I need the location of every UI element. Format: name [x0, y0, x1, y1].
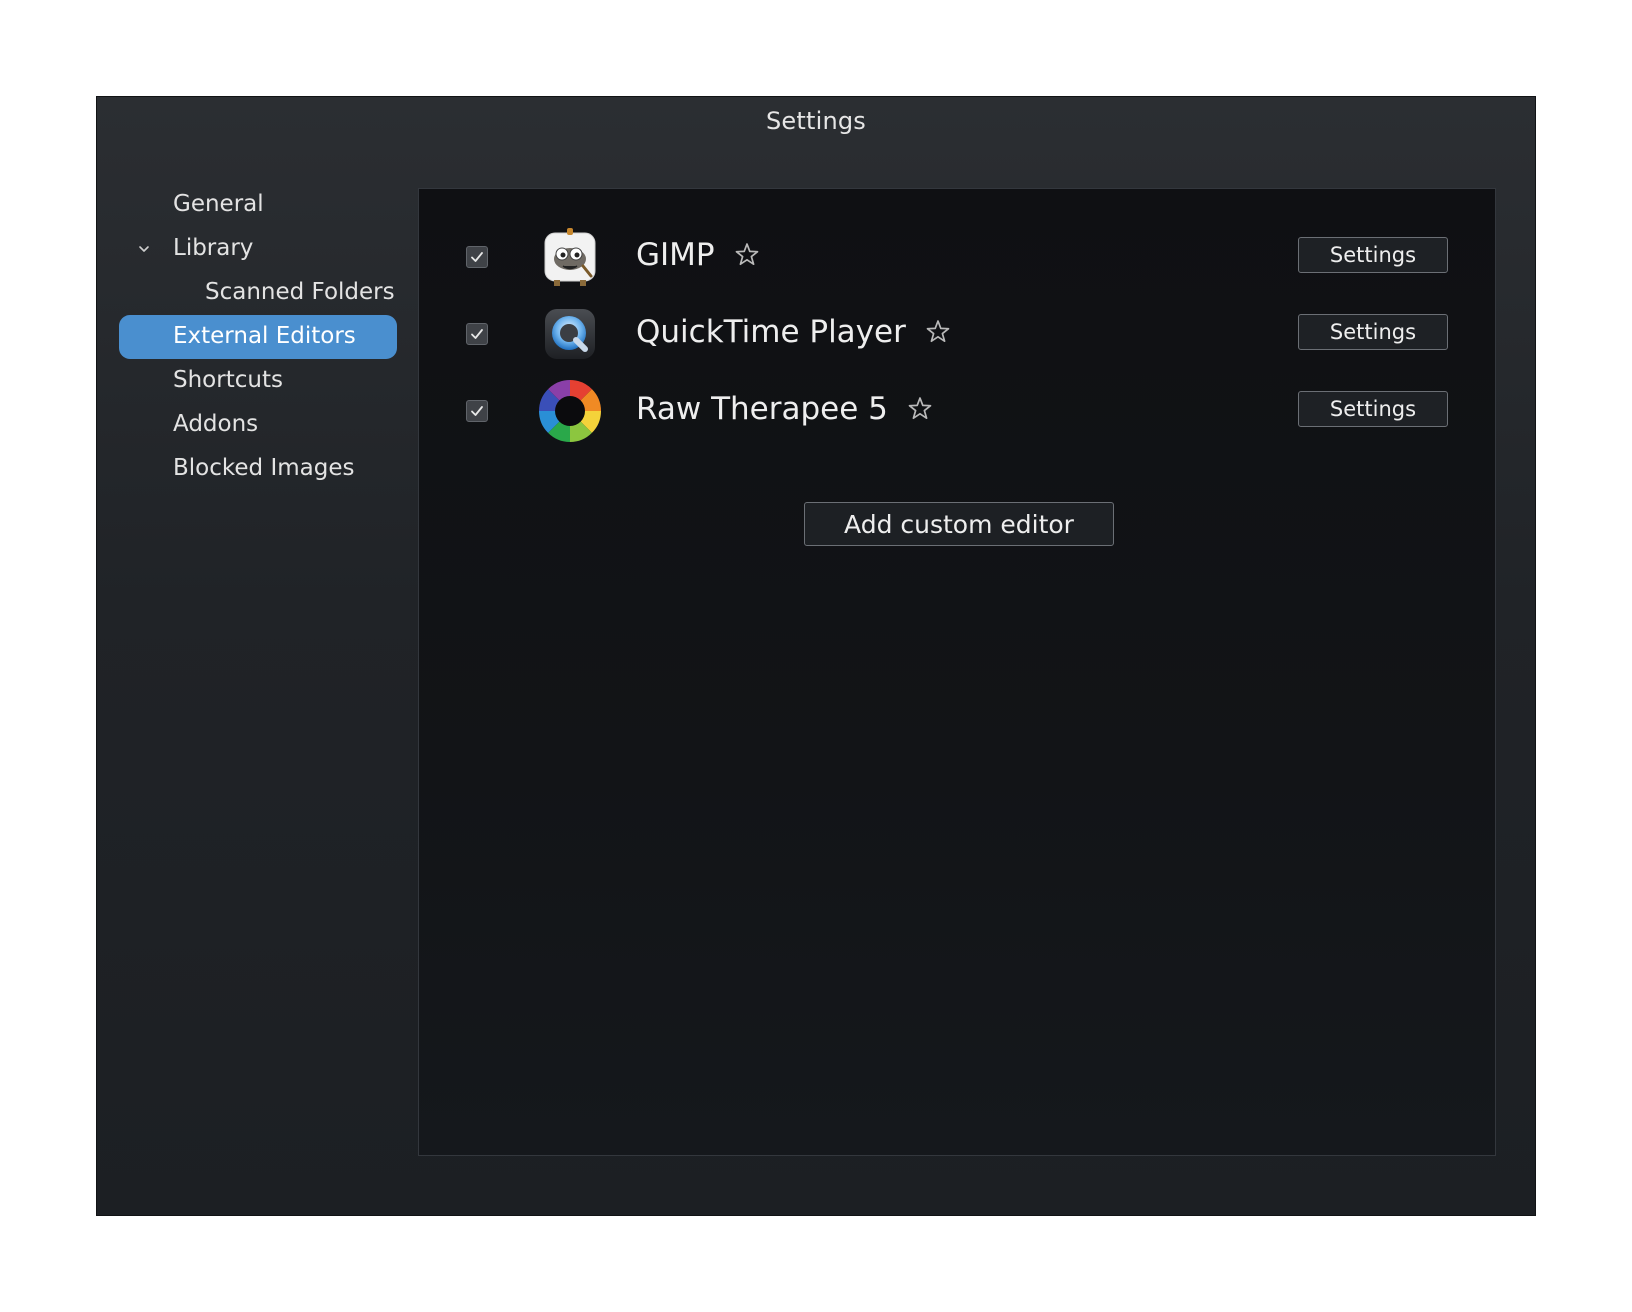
- sidebar: General Library Scanned Folders External…: [119, 183, 397, 491]
- enable-quicktime-checkbox[interactable]: [466, 323, 488, 345]
- sidebar-item-external-editors[interactable]: External Editors: [119, 315, 397, 359]
- sidebar-item-addons[interactable]: Addons: [119, 403, 397, 447]
- rawtherapee-icon: [539, 380, 601, 442]
- editor-name: Raw Therapee 5: [636, 389, 888, 429]
- settings-window: Settings General Library Scanned Folders…: [96, 96, 1536, 1216]
- sidebar-item-shortcuts[interactable]: Shortcuts: [119, 359, 397, 403]
- chevron-down-icon[interactable]: [137, 242, 151, 256]
- external-editors-panel: GIMP Settings: [418, 188, 1496, 1156]
- checkmark-icon: [469, 403, 485, 419]
- editor-name-container: Raw Therapee 5: [636, 389, 934, 429]
- gimp-settings-button[interactable]: Settings: [1298, 237, 1448, 273]
- sidebar-item-label: Library: [173, 227, 253, 269]
- star-icon[interactable]: [906, 395, 934, 423]
- sidebar-item-blocked-images[interactable]: Blocked Images: [119, 447, 397, 491]
- sidebar-item-label: Scanned Folders: [205, 271, 395, 313]
- editor-name: QuickTime Player: [636, 312, 906, 352]
- editor-row-quicktime: QuickTime Player Settings: [419, 300, 1495, 370]
- sidebar-item-general[interactable]: General: [119, 183, 397, 227]
- quicktime-settings-button[interactable]: Settings: [1298, 314, 1448, 350]
- quicktime-icon: [539, 303, 601, 365]
- sidebar-item-label: Shortcuts: [173, 359, 283, 401]
- editor-name-container: GIMP: [636, 235, 761, 275]
- sidebar-item-label: Blocked Images: [173, 447, 354, 489]
- star-icon[interactable]: [733, 241, 761, 269]
- enable-rawtherapee-checkbox[interactable]: [466, 400, 488, 422]
- enable-gimp-checkbox[interactable]: [466, 246, 488, 268]
- sidebar-item-library[interactable]: Library: [119, 227, 397, 271]
- sidebar-item-label: General: [173, 183, 264, 225]
- rawtherapee-settings-button[interactable]: Settings: [1298, 391, 1448, 427]
- add-custom-editor-button[interactable]: Add custom editor: [804, 502, 1114, 546]
- sidebar-item-label: External Editors: [173, 315, 356, 357]
- checkmark-icon: [469, 249, 485, 265]
- gimp-icon: [539, 226, 601, 288]
- editor-name: GIMP: [636, 235, 715, 275]
- editor-row-rawtherapee: Raw Therapee 5 Settings: [419, 377, 1495, 447]
- editor-name-container: QuickTime Player: [636, 312, 952, 352]
- window-title: Settings: [97, 107, 1535, 135]
- star-icon[interactable]: [924, 318, 952, 346]
- sidebar-item-label: Addons: [173, 403, 258, 445]
- sidebar-item-scanned-folders[interactable]: Scanned Folders: [119, 271, 397, 315]
- editor-row-gimp: GIMP Settings: [419, 223, 1495, 293]
- checkmark-icon: [469, 326, 485, 342]
